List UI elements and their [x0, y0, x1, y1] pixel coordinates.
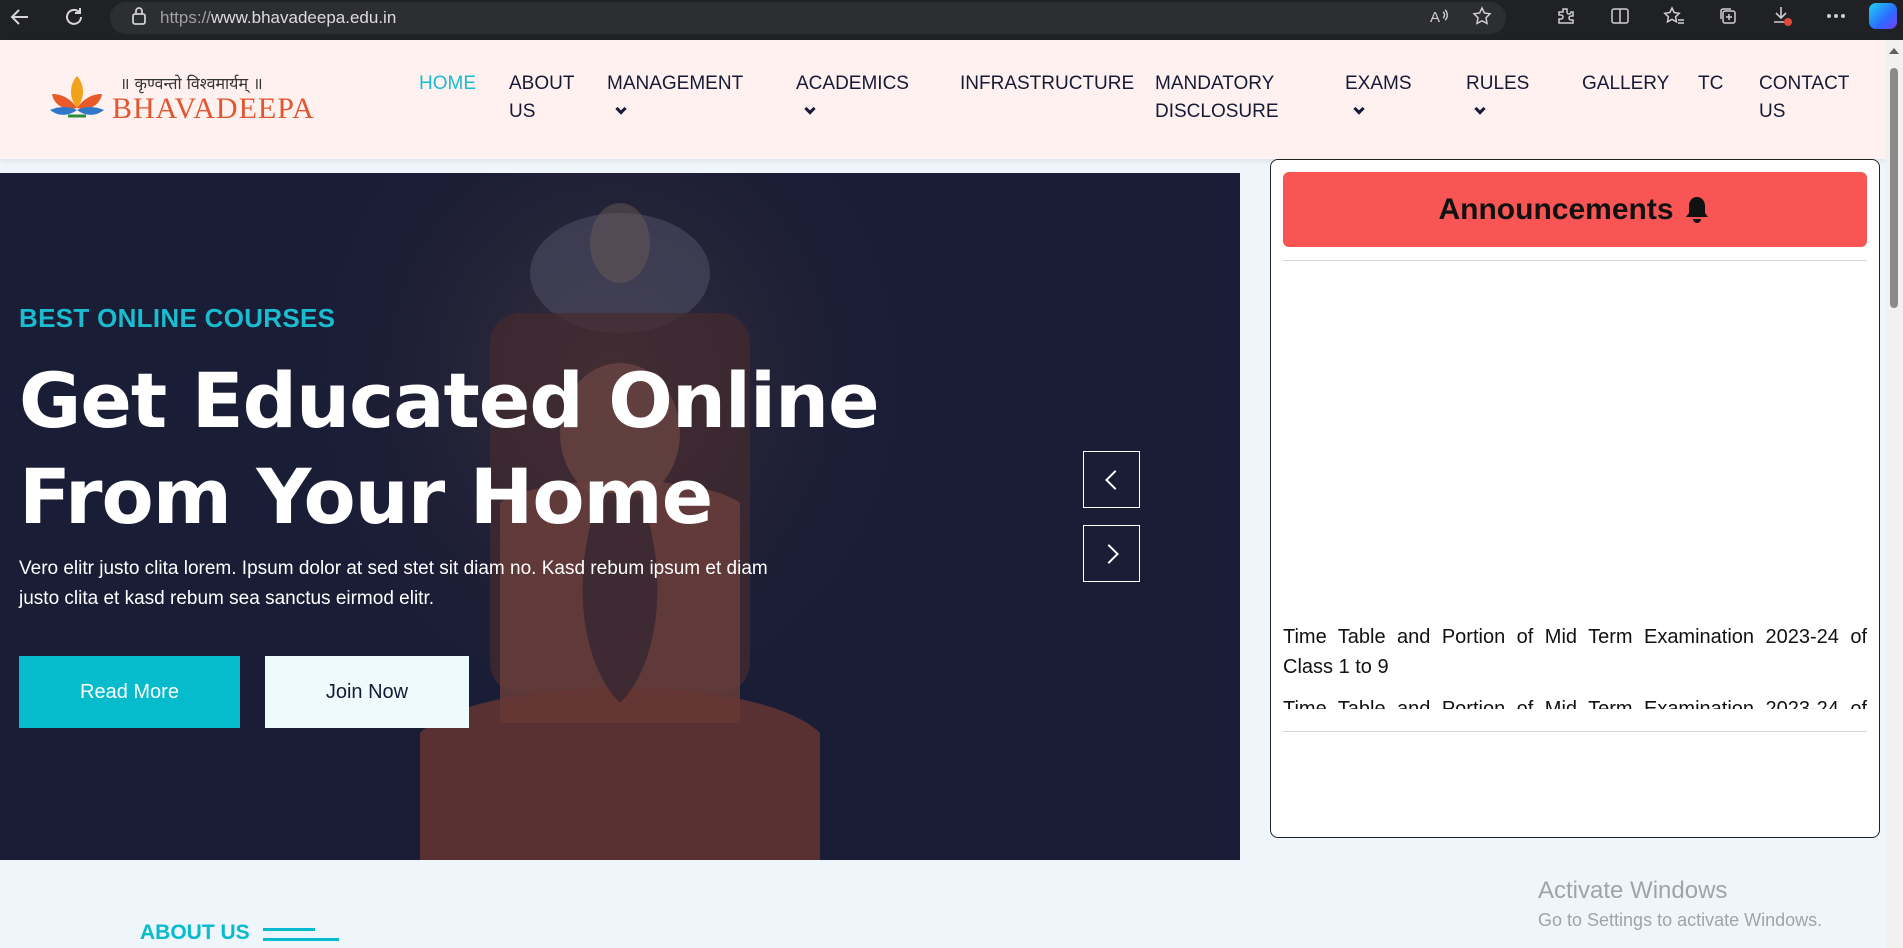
- announcement-item[interactable]: Time Table and Portion of Mid Term Exami…: [1283, 694, 1867, 709]
- announcements-header: Announcements: [1283, 172, 1867, 247]
- divider: [1283, 260, 1867, 261]
- favorites-icon[interactable]: [1647, 1, 1701, 31]
- chevron-down-icon: [1353, 103, 1365, 115]
- favorite-star-icon[interactable]: [1472, 5, 1492, 31]
- announcement-item[interactable]: Time Table and Portion of Mid Term Exami…: [1283, 622, 1867, 682]
- page-scrollbar[interactable]: [1885, 40, 1903, 948]
- hero-subtitle: BEST ONLINE COURSES: [19, 303, 336, 333]
- nav-tc[interactable]: TC: [1698, 70, 1723, 98]
- chevron-down-icon: [804, 103, 816, 115]
- more-options-icon[interactable]: [1809, 1, 1863, 31]
- nav-infrastructure[interactable]: INFRASTRUCTURE: [960, 70, 1134, 98]
- url-text: https://www.bhavadeepa.edu.in: [160, 8, 397, 27]
- lotus-logo-icon: [50, 76, 104, 118]
- back-icon[interactable]: [0, 2, 40, 32]
- announcements-list: Time Table and Portion of Mid Term Exami…: [1283, 622, 1867, 709]
- read-more-button[interactable]: Read More: [19, 656, 240, 728]
- hero-text: Vero elitr justo clita lorem. Ipsum dolo…: [19, 558, 768, 609]
- section-divider-decoration: [263, 928, 339, 942]
- bell-icon: [1685, 196, 1708, 223]
- chevron-down-icon: [615, 103, 627, 115]
- join-now-button[interactable]: Join Now: [265, 656, 469, 728]
- site-logo[interactable]: ॥ कृण्वन्तो विश्वमार्यम् ॥ BHAVADEEPA: [46, 72, 315, 124]
- chevron-right-icon: [1098, 543, 1119, 564]
- chevron-down-icon: [1474, 103, 1486, 115]
- hero-carousel: BEST ONLINE COURSES Get Educated Online …: [0, 173, 1240, 860]
- logo-tagline: ॥ कृण्वन्तो विश्वमार्यम् ॥: [120, 74, 263, 93]
- copilot-icon[interactable]: [1863, 1, 1903, 31]
- carousel-next-button[interactable]: [1083, 525, 1140, 582]
- windows-watermark-subtitle: Go to Settings to activate Windows.: [1538, 910, 1823, 930]
- read-aloud-icon[interactable]: A: [1430, 7, 1450, 30]
- windows-watermark-title: Activate Windows: [1538, 877, 1728, 904]
- nav-management[interactable]: MANAGEMENT: [607, 70, 743, 126]
- scroll-up-icon[interactable]: [1889, 48, 1899, 54]
- nav-about-us[interactable]: ABOUT US: [509, 70, 579, 126]
- hero-title: Get Educated Online From Your Home: [19, 356, 880, 541]
- divider: [1283, 731, 1867, 732]
- address-bar[interactable]: https://www.bhavadeepa.edu.in A: [110, 2, 1506, 34]
- nav-exams[interactable]: EXAMS: [1345, 70, 1412, 126]
- about-us-label: ABOUT US: [140, 921, 250, 944]
- announcements-title: Announcements: [1438, 192, 1674, 226]
- browser-toolbar: https://www.bhavadeepa.edu.in A: [0, 0, 1903, 40]
- svg-text:A: A: [1430, 9, 1440, 25]
- chevron-left-icon: [1104, 469, 1125, 490]
- nav-rules[interactable]: RULES: [1466, 70, 1529, 126]
- logo-name: BHAVADEEPA: [112, 92, 315, 125]
- nav-gallery[interactable]: GALLERY: [1582, 70, 1669, 98]
- nav-mandatory-disclosure[interactable]: MANDATORY DISCLOSURE: [1155, 70, 1305, 126]
- downloads-icon[interactable]: [1755, 1, 1809, 31]
- lock-icon: [132, 6, 146, 30]
- site-header: ॥ कृण्वन्तो विश्वमार्यम् ॥ BHAVADEEPA HO…: [0, 40, 1885, 159]
- split-screen-icon[interactable]: [1593, 1, 1647, 31]
- nav-home[interactable]: HOME: [419, 70, 476, 98]
- extensions-icon[interactable]: [1539, 1, 1593, 31]
- scrollbar-thumb[interactable]: [1890, 68, 1898, 308]
- nav-academics[interactable]: ACADEMICS: [796, 70, 909, 126]
- carousel-prev-button[interactable]: [1083, 451, 1140, 508]
- refresh-icon[interactable]: [54, 2, 94, 32]
- announcements-panel: Announcements Time Table and Portion of …: [1270, 159, 1880, 838]
- collections-icon[interactable]: [1701, 1, 1755, 31]
- nav-contact-us[interactable]: CONTACT US: [1759, 70, 1854, 126]
